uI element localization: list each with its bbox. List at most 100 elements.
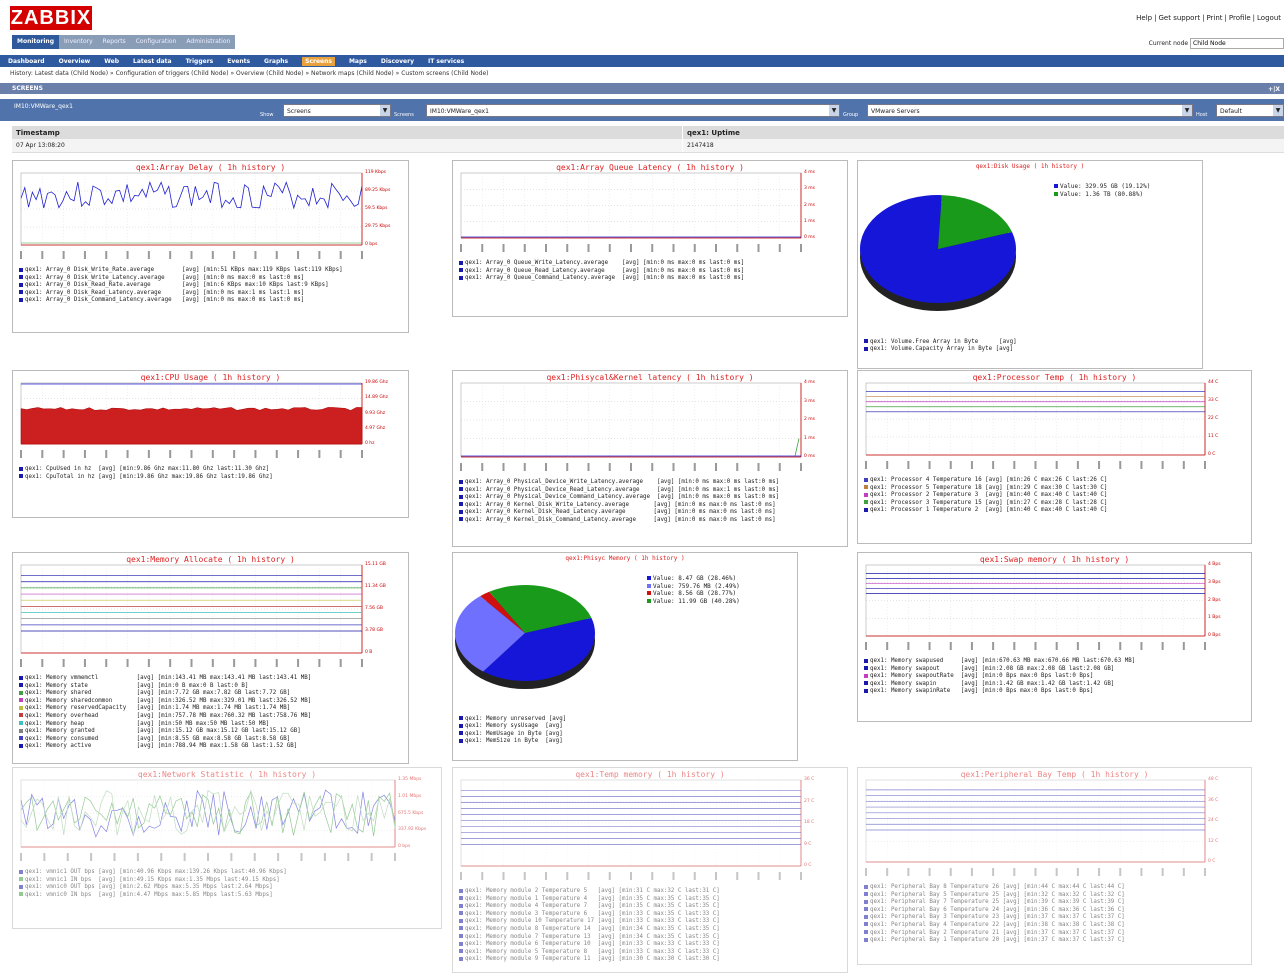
sub-menu: Dashboard Overview Web Latest data Trigg… [0, 55, 1284, 67]
help-link[interactable]: Help [1136, 14, 1152, 22]
legend-swatch [459, 903, 463, 908]
y-tick-label: 337.92 Kbps [398, 827, 427, 833]
submenu-web[interactable]: Web [104, 58, 119, 65]
graph-legend: qex1: vmnic1 OUT bps [avg] [min:40.96 Kb… [19, 869, 287, 899]
legend-text: qex1: Array_0 Disk_Write_Rate.average [a… [25, 267, 343, 273]
graph-10[interactable]: qex1:Temp memory ( 1h history ) 36 C 27 C1… [452, 767, 848, 973]
legend-item: qex1: Memory module 9 Temperature 11 [av… [459, 956, 720, 964]
pie-value: Value: 759.76 MB (2.49%) [647, 583, 740, 591]
pie-value: Value: 329.95 GB (19.12%) [1054, 183, 1150, 191]
profile-link[interactable]: Profile [1229, 14, 1251, 22]
logout-link[interactable]: Logout [1257, 14, 1281, 22]
graph-4[interactable]: qex1:Phisycal&Kernel latency ( 1h histor… [452, 370, 848, 547]
legend-item: qex1: Memory module 3 Temperature 6 [avg… [459, 911, 720, 919]
legend-swatch [864, 914, 868, 919]
y-tick-label: 44 C [1208, 380, 1219, 385]
graph-legend: qex1: Peripheral Bay 8 Temperature 26 [a… [864, 884, 1125, 945]
submenu-dashboard[interactable]: Dashboard [8, 58, 45, 65]
legend-item: qex1: Memory heap [avg] [min:50 MB max:5… [19, 721, 311, 729]
submenu-latest-data[interactable]: Latest data [133, 58, 172, 65]
legend-text: qex1: Array_0 Kernel_Disk_Command_Latenc… [465, 516, 776, 523]
legend-item: qex1: Memory swapinRate [avg] [min:0 Bps… [864, 688, 1135, 696]
legend-swatch [459, 918, 463, 923]
legend-item: qex1: Array_0 Queue_Read_Latency.average… [459, 268, 744, 276]
legend-swatch [864, 922, 868, 927]
get-support-link[interactable]: Get support [1159, 14, 1201, 22]
show-label: Show [260, 112, 274, 118]
submenu-maps[interactable]: Maps [349, 58, 367, 65]
legend-item: qex1: Volume.Capacity Array in Byte [avg… [864, 346, 1017, 354]
legend-item: qex1: Peripheral Bay 1 Temperature 20 [a… [864, 937, 1125, 945]
y-tick-label: 1 Bps [1208, 615, 1221, 621]
menu-reports[interactable]: Reports [97, 35, 131, 49]
legend-item: qex1: Array_0 Disk_Read_Latency.average … [19, 290, 343, 298]
screen-name: IM10:VMWare_qex1 [14, 103, 73, 110]
submenu-overview[interactable]: Overview [59, 58, 91, 65]
legend-item: qex1: Peripheral Bay 7 Temperature 25 [a… [864, 899, 1125, 907]
legend-swatch [459, 926, 463, 931]
menu-administration[interactable]: Administration [181, 35, 236, 49]
legend-text: qex1: Peripheral Bay 6 Temperature 24 [a… [870, 906, 1125, 913]
legend-swatch [19, 267, 23, 272]
y-tick-label: 3.78 GB [365, 628, 384, 633]
separator: | [1252, 14, 1256, 22]
legend-text: qex1: vmnic0 OUT bps [avg] [min:2.62 Mbp… [25, 884, 273, 891]
submenu-triggers[interactable]: Triggers [186, 58, 214, 65]
screens-select[interactable]: IM10:VMWare_qex1 ▼ [426, 104, 840, 117]
y-tick-label: 27 C [804, 798, 815, 804]
legend-text: qex1: Memory module 2 Temperature 5 [avg… [465, 888, 720, 894]
current-node-select[interactable] [1190, 38, 1284, 49]
legend-text: qex1: Array_0 Disk_Read_Latency.average … [25, 289, 305, 296]
graph-9[interactable]: qex1:Network Statistic ( 1h history ) 1.3… [12, 767, 442, 929]
legend-text: qex1: Memory module 3 Temperature 6 [avg… [465, 910, 720, 917]
legend-swatch [19, 690, 23, 695]
graph-3[interactable]: qex1:CPU Usage ( 1h history ) 19.86 Ghz 14… [12, 370, 409, 518]
print-link[interactable]: Print [1206, 14, 1222, 22]
legend-swatch [459, 888, 463, 893]
y-tick-label: 24 C [1208, 818, 1219, 823]
y-tick-label: 675.5 Kbps [398, 810, 424, 816]
y-tick-label: 59.5 Kbps [365, 206, 388, 211]
y-tick-label: 1.35 Mbps [398, 777, 422, 782]
submenu-it-services[interactable]: IT services [428, 58, 464, 65]
legend-text: qex1: Memory reservedCapacity [avg] [min… [25, 705, 291, 712]
graph-7[interactable]: qex1:Phisyc Memory ( 1h history ) Value: … [452, 552, 798, 761]
graph-8[interactable]: qex1:Swap memory ( 1h history ) 4 Bps 3 Bp… [857, 552, 1252, 722]
graph-5[interactable]: qex1:Processor Temp ( 1h history ) 44 C 33… [857, 370, 1252, 544]
legend-swatch [864, 688, 868, 693]
zabbix-logo[interactable]: ZABBIX [10, 6, 92, 30]
y-tick-label: 14.89 Ghz [365, 395, 389, 401]
graph-6[interactable]: qex1:Memory Allocate ( 1h history ) 15.11… [12, 552, 409, 764]
show-select[interactable]: Screens ▼ [283, 104, 391, 117]
legend-text: qex1: Memory module 10 Temperature 17 [a… [465, 918, 720, 925]
menu-configuration[interactable]: Configuration [130, 35, 182, 49]
history-breadcrumb[interactable]: History: Latest data (Child Node) » Conf… [0, 68, 1284, 79]
y-tick-label: 3 Bps [1208, 579, 1221, 585]
menu-inventory[interactable]: Inventory [59, 35, 98, 49]
legend-item: qex1: Array_0 Physical_Device_Read_Laten… [459, 487, 779, 495]
legend-text: qex1: vmnic1 OUT bps [avg] [min:40.96 Kb… [25, 869, 287, 875]
submenu-events[interactable]: Events [227, 58, 250, 65]
graph-1[interactable]: qex1:Array Queue Latency ( 1h history ) 4… [452, 160, 848, 317]
host-select[interactable]: Default ▼ [1216, 104, 1284, 117]
fullscreen-toggle-icon[interactable]: +|X [1268, 84, 1280, 95]
legend-text: qex1: Processor 2 Temperature 3 [avg] [m… [870, 492, 1108, 499]
legend-item: qex1: Memory module 6 Temperature 10 [av… [459, 941, 720, 949]
legend-swatch [864, 477, 868, 482]
graph-11[interactable]: qex1:Peripheral Bay Temp ( 1h history ) 4… [857, 767, 1252, 965]
menu-monitoring[interactable]: Monitoring [12, 35, 59, 49]
submenu-discovery[interactable]: Discovery [381, 58, 414, 65]
legend-text: qex1: Memory swapinRate [avg] [min:0 Bps… [870, 688, 1094, 695]
group-value: VMware Servers [871, 108, 920, 115]
current-node-label: Current node [1148, 40, 1189, 47]
legend-swatch [19, 466, 23, 471]
graph-2[interactable]: qex1:Disk Usage ( 1h history ) Value: 329… [857, 160, 1203, 369]
legend-item: qex1: Memory swapin [avg] [min:1.42 GB m… [864, 681, 1135, 689]
legend-item: qex1: Memory swapout [avg] [min:2.08 GB … [864, 666, 1135, 674]
group-select[interactable]: VMware Servers ▼ [867, 104, 1193, 117]
y-tick-label: 1 ms [804, 218, 816, 224]
legend-swatch [647, 598, 651, 603]
graph-0[interactable]: qex1:Array Delay ( 1h history ) 119 Kbps 8… [12, 160, 409, 333]
submenu-screens[interactable]: Screens [302, 56, 335, 66]
submenu-graphs[interactable]: Graphs [264, 58, 288, 65]
